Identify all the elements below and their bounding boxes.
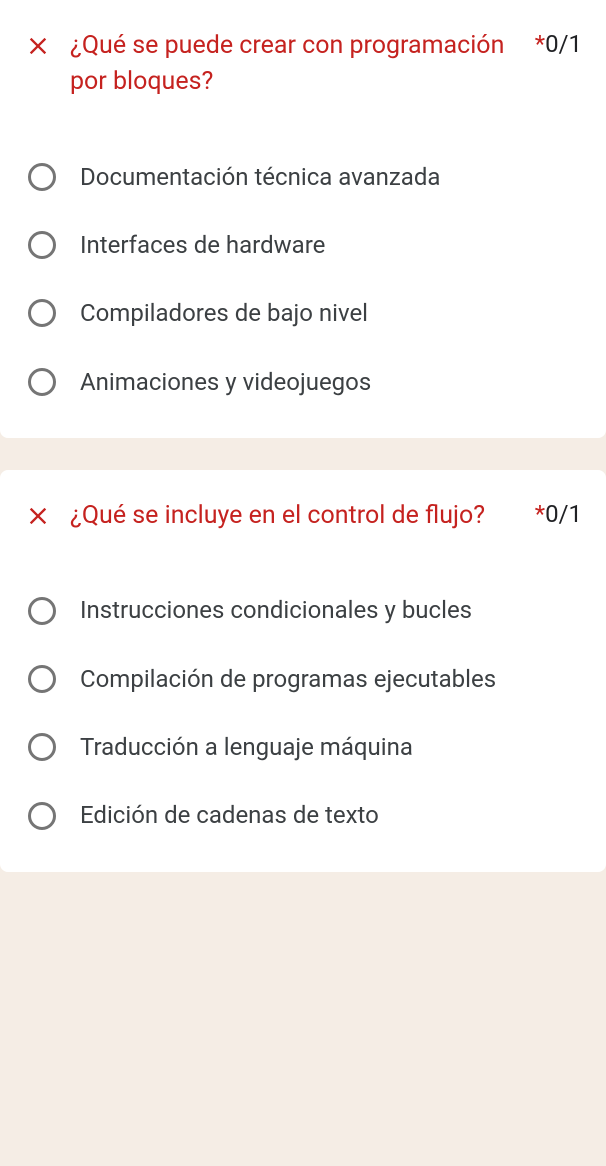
radio-option[interactable]: Compilación de programas ejecutables xyxy=(28,663,582,695)
radio-icon xyxy=(28,597,56,625)
option-label: Animaciones y videojuegos xyxy=(80,366,371,398)
question-title-wrap: ¿Qué se incluye en el control de flujo? … xyxy=(70,498,582,534)
question-title: ¿Qué se incluye en el control de flujo? xyxy=(70,498,527,534)
radio-option[interactable]: Instrucciones condicionales y bucles xyxy=(28,594,582,626)
radio-icon xyxy=(28,231,56,259)
radio-option[interactable]: Interfaces de hardware xyxy=(28,229,582,261)
question-card: ¿Qué se incluye en el control de flujo? … xyxy=(0,470,606,872)
radio-icon xyxy=(28,368,56,396)
option-label: Documentación técnica avanzada xyxy=(80,161,440,193)
radio-option[interactable]: Animaciones y videojuegos xyxy=(28,366,582,398)
options-list: Documentación técnica avanzada Interface… xyxy=(24,161,582,399)
radio-option[interactable]: Compiladores de bajo nivel xyxy=(28,297,582,329)
radio-icon xyxy=(28,733,56,761)
question-header: ¿Qué se incluye en el control de flujo? … xyxy=(24,498,582,534)
radio-option[interactable]: Documentación técnica avanzada xyxy=(28,161,582,193)
question-title-wrap: ¿Qué se puede crear con programación por… xyxy=(70,28,582,101)
radio-icon xyxy=(28,163,56,191)
option-label: Instrucciones condicionales y bucles xyxy=(80,594,472,626)
question-score: *0/1 xyxy=(535,500,582,528)
option-label: Traducción a lenguaje máquina xyxy=(80,731,413,763)
question-title: ¿Qué se puede crear con programación por… xyxy=(70,28,527,101)
question-header: ¿Qué se puede crear con programación por… xyxy=(24,28,582,101)
question-score: *0/1 xyxy=(535,30,582,58)
radio-option[interactable]: Traducción a lenguaje máquina xyxy=(28,731,582,763)
options-list: Instrucciones condicionales y bucles Com… xyxy=(24,594,582,832)
incorrect-icon xyxy=(24,502,52,530)
option-label: Interfaces de hardware xyxy=(80,229,325,261)
option-label: Compilación de programas ejecutables xyxy=(80,663,496,695)
radio-option[interactable]: Edición de cadenas de texto xyxy=(28,799,582,831)
radio-icon xyxy=(28,299,56,327)
radio-icon xyxy=(28,802,56,830)
option-label: Edición de cadenas de texto xyxy=(80,799,379,831)
incorrect-icon xyxy=(24,32,52,60)
option-label: Compiladores de bajo nivel xyxy=(80,297,368,329)
question-card: ¿Qué se puede crear con programación por… xyxy=(0,0,606,438)
radio-icon xyxy=(28,665,56,693)
